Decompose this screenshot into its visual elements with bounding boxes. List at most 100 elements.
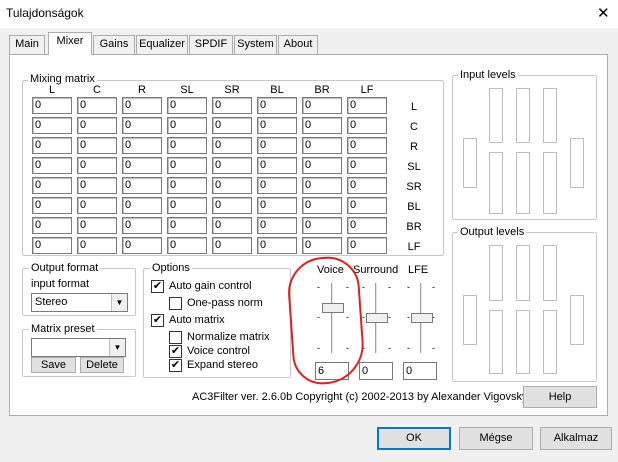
- matrix-cell-input[interactable]: 0: [302, 117, 342, 134]
- matrix-cell-input[interactable]: 0: [257, 197, 297, 214]
- matrix-cell-input[interactable]: 0: [32, 197, 72, 214]
- close-icon[interactable]: ✕: [597, 4, 610, 22]
- matrix-cell-input[interactable]: 0: [167, 237, 207, 254]
- matrix-cell-input[interactable]: 0: [302, 237, 342, 254]
- input-level-meter: [489, 152, 503, 214]
- matrix-cell-input[interactable]: 0: [32, 137, 72, 154]
- matrix-cell-input[interactable]: 0: [212, 177, 252, 194]
- tab-mixer[interactable]: Mixer: [48, 32, 92, 55]
- matrix-cell-input[interactable]: 0: [32, 217, 72, 234]
- matrix-cell-input[interactable]: 0: [32, 157, 72, 174]
- output-level-meter: [516, 245, 530, 301]
- save-preset-button[interactable]: Save: [31, 357, 76, 373]
- matrix-cell-input[interactable]: 0: [347, 157, 387, 174]
- matrix-cell-input[interactable]: 0: [122, 237, 162, 254]
- slider-tick: -: [407, 282, 410, 292]
- matrix-cell-input[interactable]: 0: [122, 217, 162, 234]
- matrix-cell-input[interactable]: 0: [167, 217, 207, 234]
- matrix-cell-input[interactable]: 0: [212, 157, 252, 174]
- matrix-cell-input[interactable]: 0: [257, 237, 297, 254]
- matrix-cell-input[interactable]: 0: [32, 117, 72, 134]
- input-format-select[interactable]: Stereo ▼: [31, 293, 128, 312]
- matrix-cell-input[interactable]: 0: [167, 197, 207, 214]
- matrix-cell-input[interactable]: 0: [167, 137, 207, 154]
- matrix-cell-input[interactable]: 0: [257, 97, 297, 114]
- matrix-cell-input[interactable]: 0: [302, 197, 342, 214]
- normalize-matrix-label: Normalize matrix: [187, 331, 270, 343]
- voice-control-checkbox[interactable]: ✔: [169, 345, 182, 358]
- matrix-cell-input[interactable]: 0: [302, 177, 342, 194]
- expand-stereo-checkbox[interactable]: ✔: [169, 359, 182, 372]
- ok-button[interactable]: OK: [377, 427, 451, 450]
- help-button[interactable]: Help: [523, 386, 597, 408]
- matrix-cell-input[interactable]: 0: [167, 97, 207, 114]
- matrix-cell-input[interactable]: 0: [257, 137, 297, 154]
- matrix-cell-input[interactable]: 0: [347, 137, 387, 154]
- cancel-button[interactable]: Mégse: [459, 427, 533, 450]
- matrix-cell-input[interactable]: 0: [347, 117, 387, 134]
- surround-value-input[interactable]: 0: [359, 362, 393, 380]
- matrix-cell-input[interactable]: 0: [257, 117, 297, 134]
- matrix-cell-input[interactable]: 0: [77, 177, 117, 194]
- lfe-value-input[interactable]: 0: [403, 362, 437, 380]
- tab-system[interactable]: System: [234, 35, 277, 54]
- matrix-cell-input[interactable]: 0: [77, 97, 117, 114]
- matrix-cell-input[interactable]: 0: [212, 97, 252, 114]
- matrix-cell-input[interactable]: 0: [167, 177, 207, 194]
- matrix-row-label: BR: [406, 221, 422, 233]
- matrix-cell-input[interactable]: 0: [32, 177, 72, 194]
- matrix-cell-input[interactable]: 0: [77, 117, 117, 134]
- matrix-cell-input[interactable]: 0: [122, 197, 162, 214]
- tab-spdif[interactable]: SPDIF: [189, 35, 233, 54]
- matrix-cell-input[interactable]: 0: [347, 177, 387, 194]
- tab-equalizer[interactable]: Equalizer: [136, 35, 188, 54]
- output-level-meter: [489, 310, 503, 374]
- matrix-cell-input[interactable]: 0: [302, 97, 342, 114]
- lfe-slider-thumb[interactable]: [411, 313, 433, 323]
- one-pass-norm-checkbox[interactable]: [169, 297, 182, 310]
- matrix-cell-input[interactable]: 0: [77, 157, 117, 174]
- normalize-matrix-checkbox[interactable]: [169, 331, 182, 344]
- matrix-cell-input[interactable]: 0: [77, 137, 117, 154]
- matrix-cell-input[interactable]: 0: [212, 117, 252, 134]
- chevron-down-icon[interactable]: ▼: [111, 294, 127, 311]
- matrix-cell-input[interactable]: 0: [122, 97, 162, 114]
- matrix-cell-input[interactable]: 0: [122, 157, 162, 174]
- auto-gain-control-checkbox[interactable]: ✔: [151, 280, 164, 293]
- matrix-cell-input[interactable]: 0: [167, 117, 207, 134]
- matrix-cell-input[interactable]: 0: [32, 97, 72, 114]
- matrix-cell-input[interactable]: 0: [212, 217, 252, 234]
- matrix-cell-input[interactable]: 0: [347, 217, 387, 234]
- matrix-cell-input[interactable]: 0: [347, 237, 387, 254]
- tab-about[interactable]: About: [278, 35, 318, 54]
- matrix-cell-input[interactable]: 0: [212, 137, 252, 154]
- tab-gains[interactable]: Gains: [93, 35, 135, 54]
- matrix-cell-input[interactable]: 0: [122, 117, 162, 134]
- matrix-cell-input[interactable]: 0: [257, 217, 297, 234]
- auto-matrix-checkbox[interactable]: ✔: [151, 314, 164, 327]
- tab-main[interactable]: Main: [9, 35, 45, 54]
- matrix-cell-input[interactable]: 0: [302, 157, 342, 174]
- matrix-cell-input[interactable]: 0: [77, 237, 117, 254]
- apply-button[interactable]: Alkalmaz: [540, 427, 612, 450]
- matrix-preset-select[interactable]: ▼: [31, 338, 126, 357]
- matrix-cell-input[interactable]: 0: [302, 137, 342, 154]
- matrix-cell-input[interactable]: 0: [347, 97, 387, 114]
- matrix-cell-input[interactable]: 0: [212, 197, 252, 214]
- matrix-cell-input[interactable]: 0: [122, 177, 162, 194]
- chevron-down-icon[interactable]: ▼: [109, 339, 125, 356]
- matrix-cell-input[interactable]: 0: [257, 157, 297, 174]
- delete-preset-button[interactable]: Delete: [80, 357, 124, 373]
- surround-slider-thumb[interactable]: [366, 313, 388, 323]
- matrix-cell-input[interactable]: 0: [212, 237, 252, 254]
- matrix-cell-input[interactable]: 0: [32, 237, 72, 254]
- matrix-cell-input[interactable]: 0: [347, 197, 387, 214]
- matrix-cell-input[interactable]: 0: [77, 197, 117, 214]
- matrix-cell-input[interactable]: 0: [77, 217, 117, 234]
- matrix-cell-input[interactable]: 0: [257, 177, 297, 194]
- slider-tick: -: [388, 312, 391, 322]
- matrix-cell-input[interactable]: 0: [302, 217, 342, 234]
- auto-gain-control-label: Auto gain control: [169, 280, 252, 292]
- matrix-cell-input[interactable]: 0: [122, 137, 162, 154]
- matrix-cell-input[interactable]: 0: [167, 157, 207, 174]
